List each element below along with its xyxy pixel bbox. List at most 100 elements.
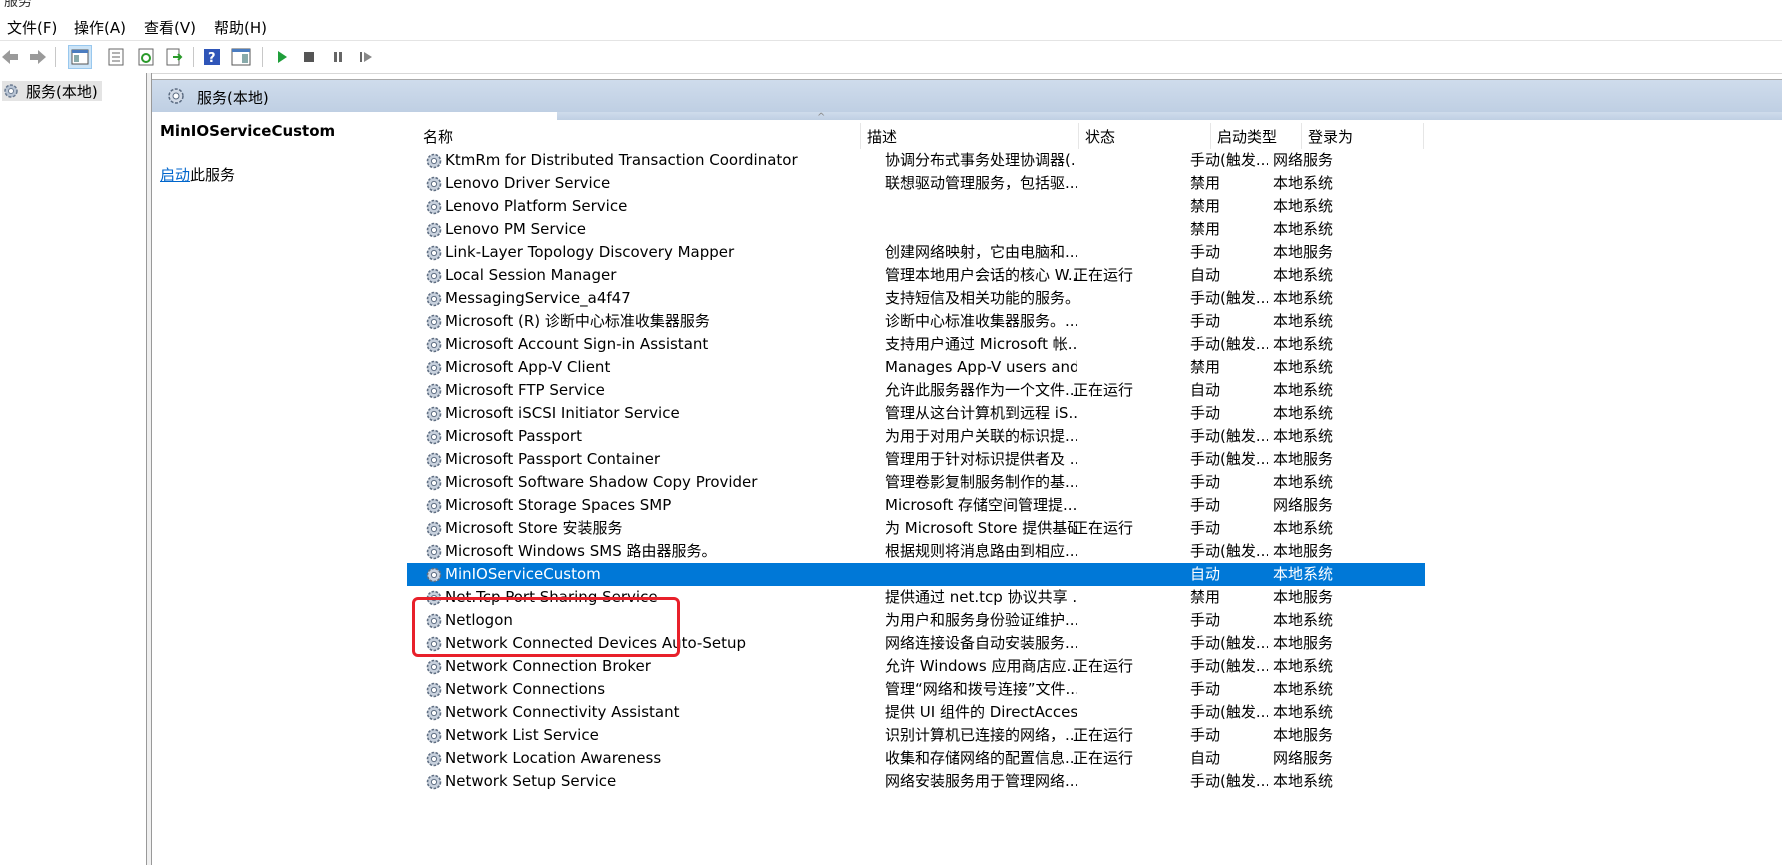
service-status [1073,241,1201,264]
help-icon[interactable]: ? [202,47,222,67]
service-description: 管理从这台计算机到远程 iS... [885,404,1077,422]
service-name: Network Connectivity Assistant [445,703,680,721]
column-header-name[interactable]: 名称 [407,123,861,149]
service-row[interactable]: MessagingService_a4f47 支持短信及相关功能的服务。 手动(… [407,287,1782,310]
service-description: 诊断中心标准收集器服务。... [885,312,1077,330]
service-gear-icon [425,451,443,473]
service-logon-as: 本地系统 [1273,565,1334,583]
service-row[interactable]: Microsoft iSCSI Initiator Service 管理从这台计… [407,402,1782,425]
menu-view[interactable]: 查看(V) [144,17,196,38]
service-row[interactable]: Local Session Manager 管理本地用户会话的核心 W... 正… [407,264,1782,287]
export-list-icon[interactable] [164,47,184,67]
service-status [1073,218,1201,241]
service-logon-as: 本地系统 [1273,174,1334,192]
service-row[interactable]: MinIOServiceCustom 自动 本地系统 [407,563,1782,586]
service-startup-type: 自动 [1190,565,1221,583]
column-header-status[interactable]: 状态 [1079,123,1211,149]
service-name: Network Setup Service [445,772,617,790]
service-row[interactable]: Microsoft FTP Service 允许此服务器作为一个文件... 正在… [407,379,1782,402]
service-gear-icon [425,474,443,496]
column-header-logon-as[interactable]: 登录为 [1302,123,1424,149]
service-row[interactable]: Microsoft Windows SMS 路由器服务。 根据规则将消息路由到相… [407,540,1782,563]
stop-service-icon[interactable] [299,47,319,67]
service-row[interactable]: Network Location Awareness 收集和存储网络的配置信息.… [407,747,1782,770]
service-row[interactable]: Lenovo PM Service 禁用 本地系统 [407,218,1782,241]
service-description: 根据规则将消息路由到相应... [885,542,1077,560]
restart-service-icon[interactable] [356,47,376,67]
service-status [1073,770,1201,793]
service-row[interactable]: Network Connection Broker 允许 Windows 应用商… [407,655,1782,678]
service-row[interactable]: Lenovo Driver Service 联想驱动管理服务，包括驱... 禁用… [407,172,1782,195]
service-name: KtmRm for Distributed Transaction Coordi… [445,151,798,169]
menu-help[interactable]: 帮助(H) [214,17,267,38]
back-icon[interactable] [0,47,20,67]
tree-item-label: 服务(本地) [26,82,98,101]
service-logon-as: 本地服务 [1273,634,1334,652]
service-row[interactable]: Microsoft Storage Spaces SMP Microsoft 存… [407,494,1782,517]
service-row[interactable]: Network Setup Service 网络安装服务用于管理网络... 手动… [407,770,1782,793]
service-row[interactable]: Network Connections 管理“网络和拨号连接”文件... 手动 … [407,678,1782,701]
column-header-startup-type[interactable]: 启动类型 [1211,123,1302,149]
service-description: 为用户和服务身份验证维护... [885,611,1077,629]
service-startup-type: 手动(触发... [1190,151,1268,169]
service-row[interactable]: Lenovo Platform Service 禁用 本地系统 [407,195,1782,218]
service-logon-as: 本地系统 [1273,703,1334,721]
service-row[interactable]: Link-Layer Topology Discovery Mapper 创建网… [407,241,1782,264]
service-gear-icon [425,428,443,450]
service-logon-as: 网络服务 [1273,496,1334,514]
service-status [1073,471,1201,494]
menu-action[interactable]: 操作(A) [74,17,126,38]
service-row[interactable]: Network List Service 识别计算机已连接的网络，... 正在运… [407,724,1782,747]
show-hide-action-pane-icon[interactable] [231,47,251,67]
service-startup-type: 手动(触发... [1190,703,1268,721]
forward-icon[interactable] [28,47,48,67]
service-name: Microsoft Passport [445,427,582,445]
service-logon-as: 本地系统 [1273,519,1334,537]
service-status: 正在运行 [1073,266,1134,284]
service-logon-as: 本地系统 [1273,335,1334,353]
service-logon-as: 本地系统 [1273,381,1334,399]
service-description: 网络连接设备自动安装服务... [885,634,1077,652]
service-row[interactable]: Microsoft Store 安装服务 为 Microsoft Store 提… [407,517,1782,540]
service-row[interactable]: Microsoft Account Sign-in Assistant 支持用户… [407,333,1782,356]
title-bar: 服务 [0,0,1782,12]
services-gear-icon [166,86,186,110]
service-description: 为用于对用户关联的标识提... [885,427,1077,445]
service-name: MinIOServiceCustom [445,565,601,583]
service-name: Local Session Manager [445,266,617,284]
service-row[interactable]: Microsoft Passport 为用于对用户关联的标识提... 手动(触发… [407,425,1782,448]
service-description: 为 Microsoft Store 提供基础... [885,519,1077,537]
properties-icon[interactable] [106,47,126,67]
service-startup-type: 手动(触发... [1190,634,1268,652]
tree-item-services-local[interactable]: 服务(本地) [2,81,102,101]
service-status: 正在运行 [1073,657,1134,675]
column-header-description[interactable]: 描述 [861,123,1079,149]
service-startup-type: 禁用 [1190,220,1221,238]
service-gear-icon [425,405,443,427]
service-name: Lenovo Driver Service [445,174,611,192]
show-hide-tree-icon[interactable] [68,45,92,69]
service-gear-icon [425,359,443,381]
service-description [885,563,1077,586]
service-action: 启动此服务 [160,164,235,185]
service-row[interactable]: Network Connectivity Assistant 提供 UI 组件的… [407,701,1782,724]
service-status [1073,333,1201,356]
pause-service-icon[interactable] [328,47,348,67]
console-tree: 服务(本地) [0,73,147,865]
service-row[interactable]: Microsoft Passport Container 管理用于针对标识提供者… [407,448,1782,471]
service-description: 允许此服务器作为一个文件... [885,381,1077,399]
service-row[interactable]: Microsoft App-V Client Manages App-V use… [407,356,1782,379]
service-logon-as: 网络服务 [1273,749,1334,767]
pane-title: 服务(本地) [197,89,269,107]
refresh-icon[interactable] [136,47,156,67]
service-row[interactable]: KtmRm for Distributed Transaction Coordi… [407,149,1782,172]
service-status [1073,356,1201,379]
start-service-icon[interactable] [272,47,292,67]
start-service-link[interactable]: 启动 [160,166,190,184]
service-row[interactable]: Microsoft Software Shadow Copy Provider … [407,471,1782,494]
service-description: 识别计算机已连接的网络，... [885,726,1077,744]
menu-file[interactable]: 文件(F) [7,17,57,38]
service-row[interactable]: Microsoft (R) 诊断中心标准收集器服务 诊断中心标准收集器服务。..… [407,310,1782,333]
service-name: Network Location Awareness [445,749,662,767]
service-status [1073,172,1201,195]
